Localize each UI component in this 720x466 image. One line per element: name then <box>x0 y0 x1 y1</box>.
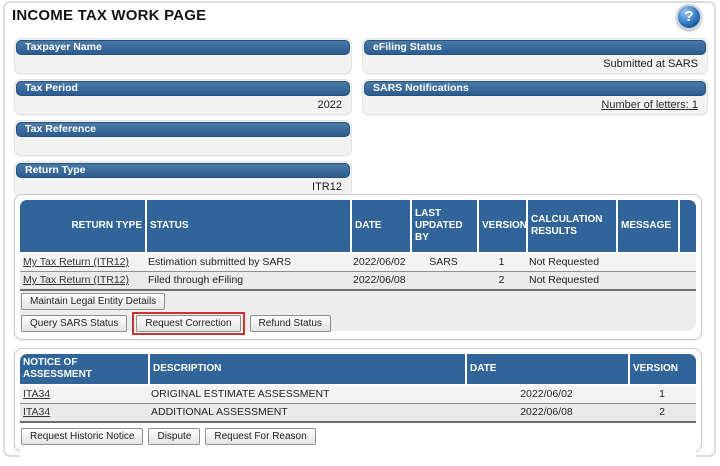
column-header-notice-version: VERSION <box>628 354 696 386</box>
column-header-calculation-results: CALCULATION RESULTS <box>526 200 616 254</box>
return-status-2: Filed through eFiling <box>145 272 350 291</box>
return-version-1: 1 <box>477 254 526 272</box>
notice-version-2: 2 <box>628 404 696 423</box>
panel-tax-period: Tax Period 2022 <box>14 79 352 115</box>
returns-section: RETURN TYPE STATUS DATE LAST UPDATED BY … <box>14 194 702 340</box>
notice-version-1: 1 <box>628 386 696 404</box>
panel-return-type: Return Type ITR12 <box>14 161 352 197</box>
maintain-legal-entity-details-button[interactable]: Maintain Legal Entity Details <box>21 293 165 310</box>
return-updated-by-1: SARS <box>410 254 477 272</box>
return-row-1: My Tax Return (ITR12) Estimation submitt… <box>20 254 696 272</box>
returns-actions-area: Maintain Legal Entity Details Query SARS… <box>20 291 696 331</box>
annotation-highlight-box: Request Correction <box>132 312 244 335</box>
column-header-status: STATUS <box>145 200 350 254</box>
panel-efiling-status: eFiling Status Submitted at SARS <box>362 38 708 74</box>
number-of-letters-link[interactable]: Number of letters: 1 <box>601 99 698 111</box>
taxpayer-info-group: Taxpayer Name Tax Period 2022 Tax Refere… <box>14 38 352 202</box>
column-header-message: MESSAGE <box>616 200 678 254</box>
ita34-link-1[interactable]: ITA34 <box>23 388 50 400</box>
return-message-1 <box>616 254 678 272</box>
my-tax-return-link-1[interactable]: My Tax Return (ITR12) <box>23 256 129 268</box>
notice-row-2: ITA34 ADDITIONAL ASSESSMENT 2022/06/08 2 <box>20 404 696 423</box>
notices-section: NOTICE OF ASSESSMENT DESCRIPTION DATE VE… <box>14 348 702 452</box>
efiling-status-value: Submitted at SARS <box>363 56 707 73</box>
dispute-button[interactable]: Dispute <box>148 428 200 445</box>
help-icon[interactable]: ? <box>676 4 702 30</box>
request-for-reason-button[interactable]: Request For Reason <box>205 428 315 445</box>
returns-table: RETURN TYPE STATUS DATE LAST UPDATED BY … <box>20 200 696 291</box>
column-header-version: VERSION <box>477 200 526 254</box>
panel-tax-reference: Tax Reference <box>14 120 352 156</box>
column-header-notice-date: DATE <box>465 354 628 386</box>
notices-table: NOTICE OF ASSESSMENT DESCRIPTION DATE VE… <box>20 354 696 423</box>
tax-period-value: 2022 <box>15 97 351 114</box>
column-header-date: DATE <box>350 200 410 254</box>
return-calc-results-2: Not Requested <box>526 272 616 291</box>
request-historic-notice-button[interactable]: Request Historic Notice <box>21 428 143 445</box>
return-status-1: Estimation submitted by SARS <box>145 254 350 272</box>
return-date-2: 2022/06/08 <box>350 272 410 291</box>
tax-reference-value <box>15 138 351 155</box>
my-tax-return-link-2[interactable]: My Tax Return (ITR12) <box>23 274 129 286</box>
page-title: INCOME TAX WORK PAGE <box>12 7 206 24</box>
return-date-1: 2022/06/02 <box>350 254 410 272</box>
column-header-return-type: RETURN TYPE <box>20 200 145 254</box>
return-row-2: My Tax Return (ITR12) Filed through eFil… <box>20 272 696 291</box>
panel-header-tax-period: Tax Period <box>16 81 350 96</box>
return-message-2 <box>616 272 678 291</box>
return-version-2: 2 <box>477 272 526 291</box>
taxpayer-name-value <box>15 56 351 73</box>
notice-date-2: 2022/06/08 <box>465 404 628 423</box>
refund-status-button[interactable]: Refund Status <box>250 315 331 332</box>
query-sars-status-button[interactable]: Query SARS Status <box>21 315 127 332</box>
column-header-filler <box>678 200 696 254</box>
notices-actions-area: Request Historic Notice Dispute Request Fo… <box>20 423 696 463</box>
panel-header-tax-reference: Tax Reference <box>16 122 350 137</box>
ita34-link-2[interactable]: ITA34 <box>23 406 50 418</box>
status-info-group: eFiling Status Submitted at SARS SARS No… <box>362 38 708 120</box>
return-updated-by-2 <box>410 272 477 291</box>
request-correction-button[interactable]: Request Correction <box>136 315 240 332</box>
notice-description-1: ORIGINAL ESTIMATE ASSESSMENT <box>148 386 465 404</box>
column-header-notice-of-assessment: NOTICE OF ASSESSMENT <box>20 354 148 386</box>
panel-taxpayer-name: Taxpayer Name <box>14 38 352 74</box>
panel-sars-notifications: SARS Notifications Number of letters: 1 <box>362 79 708 115</box>
column-header-last-updated-by: LAST UPDATED BY <box>410 200 477 254</box>
panel-header-taxpayer-name: Taxpayer Name <box>16 40 350 55</box>
column-header-description: DESCRIPTION <box>148 354 465 386</box>
panel-header-efiling-status: eFiling Status <box>364 40 706 55</box>
return-calc-results-1: Not Requested <box>526 254 616 272</box>
notice-description-2: ADDITIONAL ASSESSMENT <box>148 404 465 423</box>
panel-header-sars-notifications: SARS Notifications <box>364 81 706 96</box>
panel-header-return-type: Return Type <box>16 163 350 178</box>
notice-date-1: 2022/06/02 <box>465 386 628 404</box>
notice-row-1: ITA34 ORIGINAL ESTIMATE ASSESSMENT 2022/… <box>20 386 696 404</box>
